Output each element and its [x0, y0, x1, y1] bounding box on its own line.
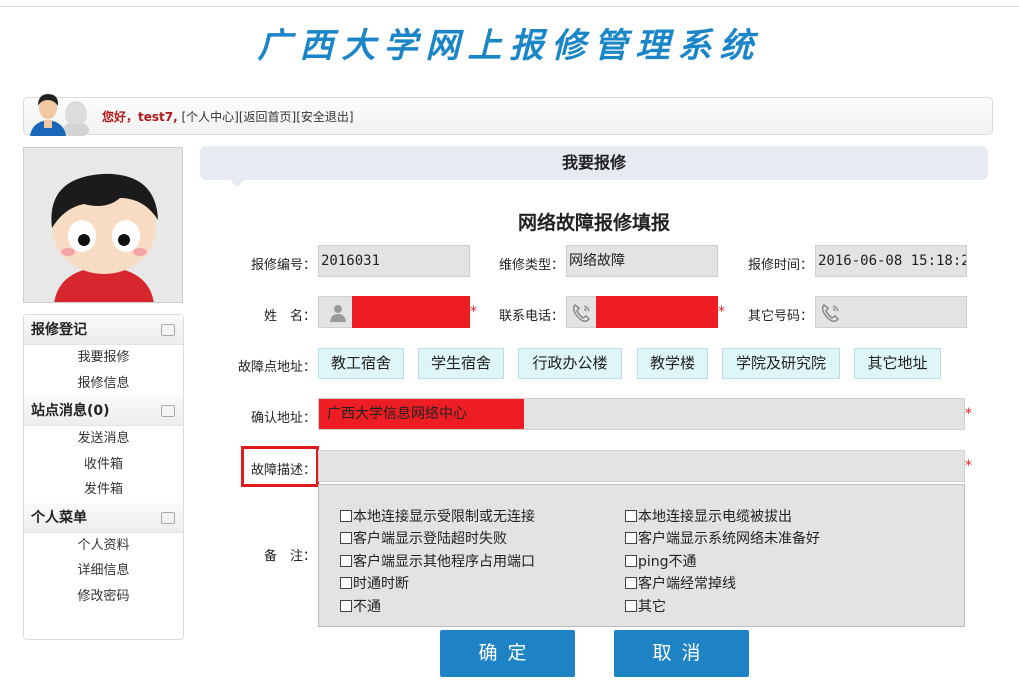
description-input[interactable]: [318, 450, 965, 482]
remark-option[interactable]: ping不通: [625, 551, 697, 571]
chat-bubble-icon: [161, 324, 175, 336]
mail-icon: [161, 405, 175, 417]
checkbox[interactable]: [625, 555, 637, 567]
checkbox[interactable]: [625, 600, 637, 612]
location-other-button[interactable]: 其它地址: [854, 348, 941, 379]
location-staff-dorm-button[interactable]: 教工宿舍: [318, 348, 404, 379]
sidebar-item-my-repair[interactable]: 我要报修: [24, 345, 183, 371]
location-college-institute-button[interactable]: 学院及研究院: [722, 348, 840, 379]
menu-section-personal: 个人菜单: [24, 502, 183, 533]
remark-option[interactable]: 其它: [625, 596, 666, 616]
redacted-name: [352, 296, 470, 328]
checkbox[interactable]: [340, 600, 352, 612]
menu-section-messages: 站点消息(0): [24, 396, 183, 426]
sidebar-item-profile[interactable]: 个人资料: [24, 533, 183, 559]
logout-link[interactable]: [安全退出]: [296, 110, 353, 124]
sidebar-item-inbox[interactable]: 收件箱: [24, 452, 183, 478]
sidebar-menu: 报修登记 我要报修 报修信息 站点消息(0) 发送消息 收件箱 发件箱 个人菜单…: [23, 314, 184, 640]
sidebar-item-repair-info[interactable]: 报修信息: [24, 371, 183, 397]
confirm-button[interactable]: 确定: [440, 630, 575, 677]
profile-card-icon: [161, 511, 175, 524]
panel-pointer: [230, 180, 244, 187]
confirm-address-input[interactable]: 广西大学信息网络中心: [318, 398, 965, 430]
sidebar-item-change-password[interactable]: 修改密码: [24, 584, 183, 610]
top-rule: [0, 6, 1019, 7]
menu-section-repair: 报修登记: [24, 315, 183, 345]
sidebar-item-outbox[interactable]: 发件箱: [24, 477, 183, 503]
home-link[interactable]: [返回首页]: [239, 110, 296, 124]
user-bar: 您好，test7, [个人中心][返回首页][安全退出]: [23, 94, 993, 136]
personal-center-link[interactable]: [个人中心]: [182, 110, 239, 124]
user-greeting: 您好，test7, [个人中心][返回首页][安全退出]: [102, 108, 354, 125]
checkbox[interactable]: [340, 510, 352, 522]
panel-title: 我要报修: [561, 153, 626, 172]
repair-no-label: 报修编号：: [250, 258, 316, 273]
site-title: 广西大学网上报修管理系统: [257, 26, 762, 66]
cancel-button[interactable]: 取消: [614, 630, 749, 677]
remark-option[interactable]: 本地连接显示受限制或无连接: [340, 506, 535, 526]
sidebar-item-details[interactable]: 详细信息: [24, 558, 183, 584]
remark-option[interactable]: 客户端显示登陆超时失败: [340, 528, 507, 548]
checkbox[interactable]: [625, 532, 637, 544]
sidebar-item-send-message[interactable]: 发送消息: [24, 426, 183, 452]
person-icon: [330, 305, 346, 322]
checkbox[interactable]: [625, 510, 637, 522]
required-mark: *: [965, 458, 972, 474]
panel-header: 我要报修: [200, 146, 988, 187]
other-phone-field[interactable]: [815, 296, 967, 328]
repair-type-field: 网络故障: [566, 245, 718, 277]
remark-option[interactable]: 客户端经常掉线: [625, 573, 736, 593]
section-title: 站点消息(0): [31, 403, 110, 419]
remarks-label: 备 注：: [263, 549, 316, 564]
checkbox[interactable]: [340, 577, 352, 589]
required-mark: *: [965, 406, 972, 422]
phone-icon: [572, 304, 590, 322]
confirm-address-value: 广西大学信息网络中心: [327, 406, 467, 422]
remarks-panel: 本地连接显示受限制或无连接 客户端显示登陆超时失败 客户端显示其他程序占用端口 …: [318, 484, 965, 627]
cartoon-avatar-icon: [24, 148, 182, 302]
remark-option[interactable]: 客户端显示系统网络未准备好: [625, 528, 820, 548]
remark-option[interactable]: 不通: [340, 596, 381, 616]
user-avatar-icon: [30, 94, 89, 136]
name-label: 姓 名：: [263, 309, 316, 324]
section-title: 报修登记: [31, 322, 87, 338]
confirm-address-label: 确认地址：: [250, 411, 316, 426]
checkbox[interactable]: [340, 532, 352, 544]
location-admin-building-button[interactable]: 行政办公楼: [518, 348, 622, 379]
greeting-text: 您好，test7,: [102, 110, 178, 124]
profile-avatar: [23, 147, 183, 303]
remark-option[interactable]: 本地连接显示电缆被拔出: [625, 506, 792, 526]
remark-option[interactable]: 客户端显示其他程序占用端口: [340, 551, 535, 571]
phone-icon: [821, 304, 839, 322]
repair-time-field: 2016-06-08 15:18:2: [815, 245, 967, 277]
remark-option[interactable]: 时通时断: [340, 573, 409, 593]
description-label-highlight: [241, 446, 319, 487]
checkbox[interactable]: [625, 577, 637, 589]
location-student-dorm-button[interactable]: 学生宿舍: [418, 348, 504, 379]
other-phone-label: 其它号码：: [747, 309, 813, 324]
location-teaching-building-button[interactable]: 教学楼: [637, 348, 708, 379]
checkbox[interactable]: [340, 555, 352, 567]
phone-label: 联系电话：: [498, 309, 564, 324]
repair-time-label: 报修时间：: [747, 258, 813, 273]
section-title: 个人菜单: [31, 509, 87, 526]
repair-no-field: 2016031: [318, 245, 470, 277]
location-label: 故障点地址：: [237, 360, 316, 375]
redacted-phone: [596, 296, 718, 328]
repair-type-label: 维修类型：: [498, 258, 564, 273]
form-title: 网络故障报修填报: [517, 212, 670, 234]
